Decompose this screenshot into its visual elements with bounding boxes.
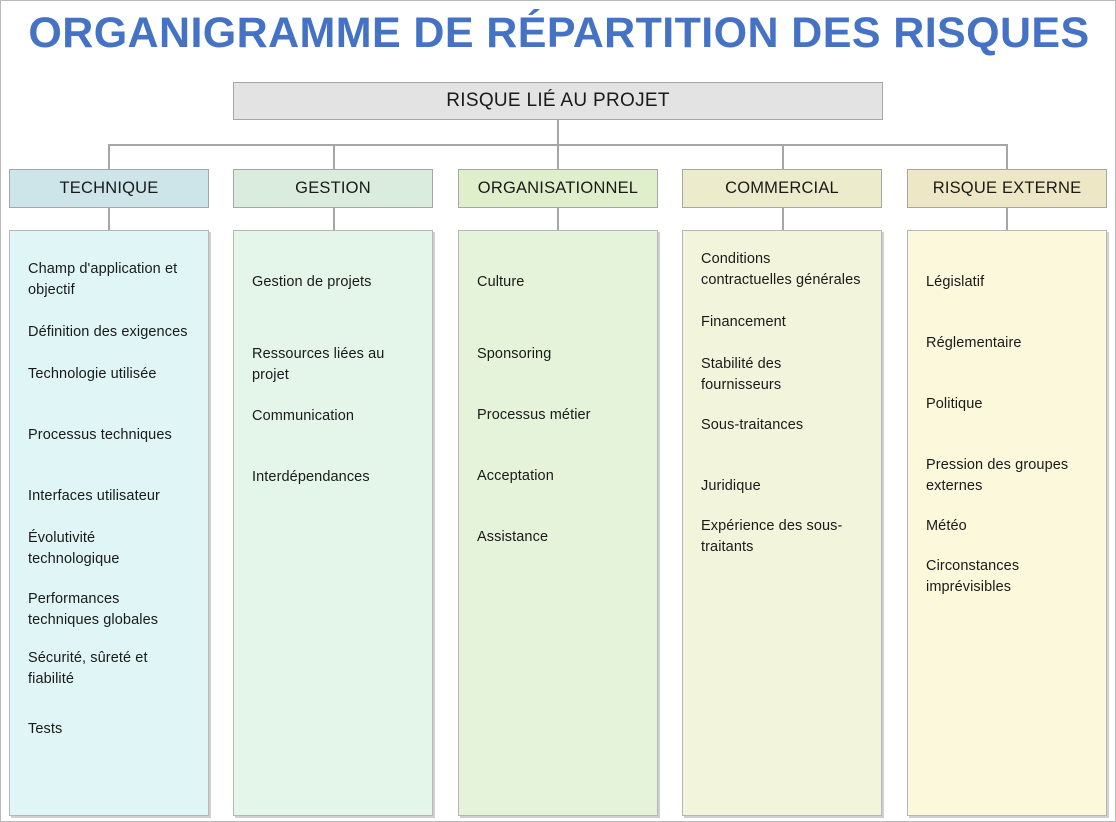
list-item[interactable]: Performances techniques globales	[28, 589, 190, 631]
root-node-risque-lie-au-projet[interactable]: RISQUE LIÉ AU PROJET	[233, 82, 883, 120]
list-item[interactable]: Météo	[926, 516, 1088, 537]
list-item[interactable]: Stabilité des fournisseurs	[701, 354, 863, 396]
list-item[interactable]: Interfaces utilisateur	[28, 486, 190, 507]
connector-stub-technique	[108, 207, 110, 231]
column-header-commercial[interactable]: COMMERCIAL	[682, 169, 882, 208]
column-header-label: RISQUE EXTERNE	[932, 179, 1082, 197]
list-item[interactable]: Financement	[701, 312, 863, 333]
list-item[interactable]: Sponsoring	[477, 344, 639, 365]
list-item[interactable]: Assistance	[477, 527, 639, 548]
list-item[interactable]: Champ d'application et objectif	[28, 259, 190, 301]
list-item[interactable]: Tests	[28, 719, 190, 740]
list-item[interactable]: Acceptation	[477, 466, 639, 487]
connector-stub-risque-externe	[1006, 207, 1008, 231]
list-item[interactable]: Sécurité, sûreté et fiabilité	[28, 648, 190, 690]
column-header-risque-externe[interactable]: RISQUE EXTERNE	[907, 169, 1107, 208]
list-item[interactable]: Interdépendances	[252, 467, 414, 488]
list-item[interactable]: Conditions contractuelles générales	[701, 249, 863, 291]
list-item[interactable]: Sous-traitances	[701, 415, 863, 436]
column-header-gestion[interactable]: GESTION	[233, 169, 433, 208]
list-item[interactable]: Processus techniques	[28, 425, 190, 446]
list-item[interactable]: Gestion de projets	[252, 272, 414, 293]
list-item[interactable]: Réglementaire	[926, 333, 1088, 354]
connector-drop-commercial	[782, 144, 784, 170]
connector-drop-organisationnel	[557, 144, 559, 170]
list-item[interactable]: Processus métier	[477, 405, 639, 426]
column-header-technique[interactable]: TECHNIQUE	[9, 169, 209, 208]
connector-drop-gestion	[333, 144, 335, 170]
list-item[interactable]: Définition des exigences	[28, 322, 190, 343]
list-item[interactable]: Ressources liées au projet	[252, 344, 414, 386]
list-item[interactable]: Technologie utilisée	[28, 364, 190, 385]
diagram-canvas: ORGANIGRAMME DE RÉPARTITION DES RISQUES …	[0, 0, 1116, 822]
column-body-organisationnel: Culture Sponsoring Processus métier Acce…	[458, 230, 658, 816]
column-body-commercial: Conditions contractuelles générales Fina…	[682, 230, 882, 816]
connector-stub-gestion	[333, 207, 335, 231]
list-item[interactable]: Communication	[252, 406, 414, 427]
list-item[interactable]: Culture	[477, 272, 639, 293]
connector-stub-organisationnel	[557, 207, 559, 231]
connector-root-stem	[557, 120, 559, 145]
column-header-label: TECHNIQUE	[59, 179, 159, 197]
list-item[interactable]: Politique	[926, 394, 1088, 415]
list-item[interactable]: Législatif	[926, 272, 1088, 293]
connector-stub-commercial	[782, 207, 784, 231]
list-item[interactable]: Juridique	[701, 476, 863, 497]
connector-drop-risque-externe	[1006, 144, 1008, 170]
column-header-organisationnel[interactable]: ORGANISATIONNEL	[458, 169, 658, 208]
column-header-label: GESTION	[295, 179, 371, 197]
list-item[interactable]: Circonstances imprévisibles	[926, 556, 1088, 598]
column-header-label: COMMERCIAL	[725, 179, 839, 197]
connector-drop-technique	[108, 144, 110, 170]
page-title: ORGANIGRAMME DE RÉPARTITION DES RISQUES	[28, 9, 1090, 57]
column-body-technique: Champ d'application et objectif Définiti…	[9, 230, 209, 816]
column-header-label: ORGANISATIONNEL	[477, 179, 639, 197]
column-body-gestion: Gestion de projets Ressources liées au p…	[233, 230, 433, 816]
column-body-risque-externe: Législatif Réglementaire Politique Press…	[907, 230, 1107, 816]
list-item[interactable]: Évolutivité technologique	[28, 528, 190, 570]
list-item[interactable]: Pression des groupes externes	[926, 455, 1088, 497]
list-item[interactable]: Expérience des sous-traitants	[701, 516, 863, 558]
root-node-label: RISQUE LIÉ AU PROJET	[446, 90, 670, 111]
